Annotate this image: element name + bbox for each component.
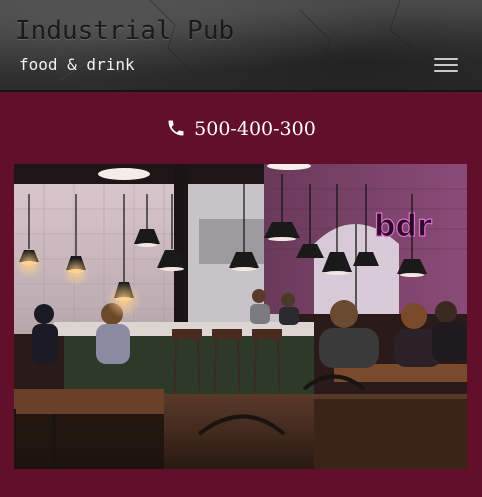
phone-contact[interactable]: 500-400-300 <box>0 118 482 143</box>
phone-number: 500-400-300 <box>194 118 316 140</box>
site-tagline: food & drink <box>19 55 135 74</box>
neon-sign: bdr <box>374 209 432 244</box>
pub-interior-image: bdr <box>14 164 467 469</box>
phone-icon <box>166 118 186 143</box>
site-title[interactable]: Industrial Pub <box>15 16 234 46</box>
hamburger-menu-icon[interactable] <box>434 58 458 76</box>
site-header: Industrial Pub food & drink <box>0 0 482 92</box>
hero-photo: bdr <box>14 164 467 469</box>
